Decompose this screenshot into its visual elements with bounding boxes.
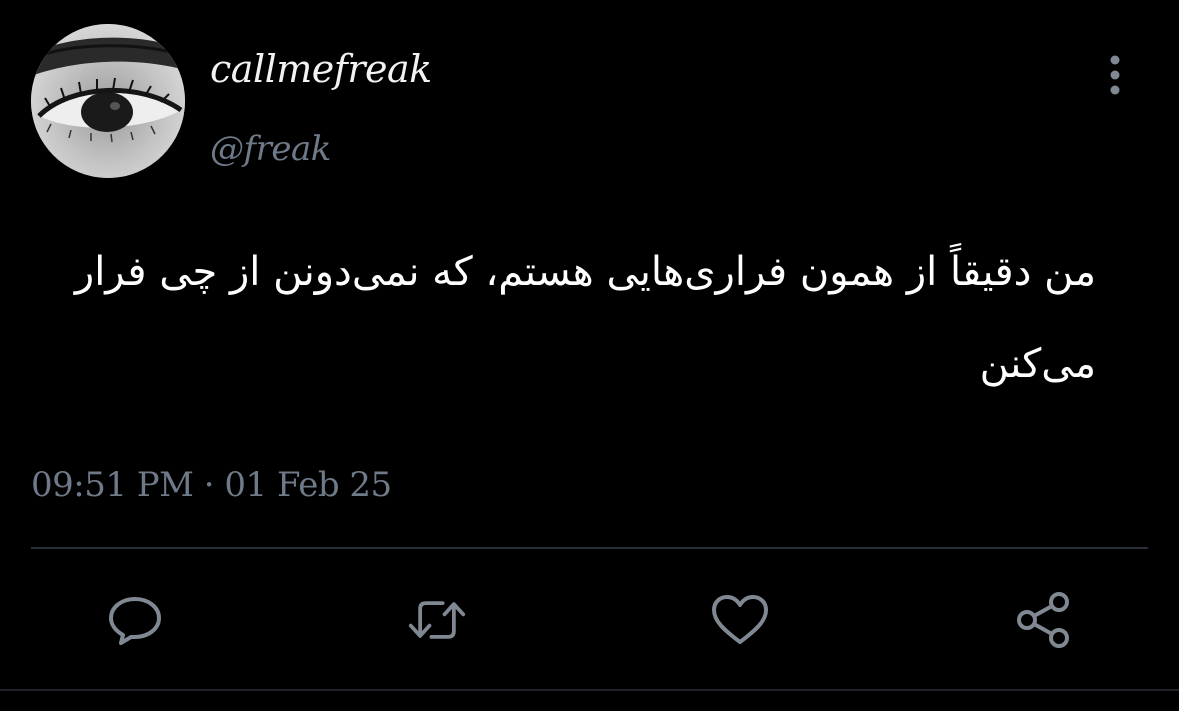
avatar[interactable] — [31, 24, 185, 178]
retweet-icon — [408, 601, 466, 639]
eye-avatar-icon — [31, 24, 185, 178]
retweet-button[interactable] — [407, 590, 467, 650]
more-vertical-icon — [1110, 55, 1120, 95]
author-handle[interactable]: @freak — [210, 126, 331, 172]
tweet-timestamp[interactable]: 09:51 PM · 01 Feb 25 — [31, 462, 392, 508]
tweet-text: من دقیقاً از همون فراری‌هایی هستم، که نم… — [74, 249, 1096, 387]
divider — [31, 547, 1148, 549]
reply-button[interactable] — [105, 590, 165, 650]
share-icon — [1017, 592, 1069, 648]
more-options-button[interactable] — [1096, 52, 1134, 98]
share-button[interactable] — [1013, 590, 1073, 650]
comment-icon — [109, 597, 161, 645]
divider — [0, 689, 1179, 691]
like-button[interactable] — [710, 590, 770, 650]
author-display-name[interactable]: callmefreak — [210, 44, 432, 94]
heart-icon — [712, 595, 768, 644]
